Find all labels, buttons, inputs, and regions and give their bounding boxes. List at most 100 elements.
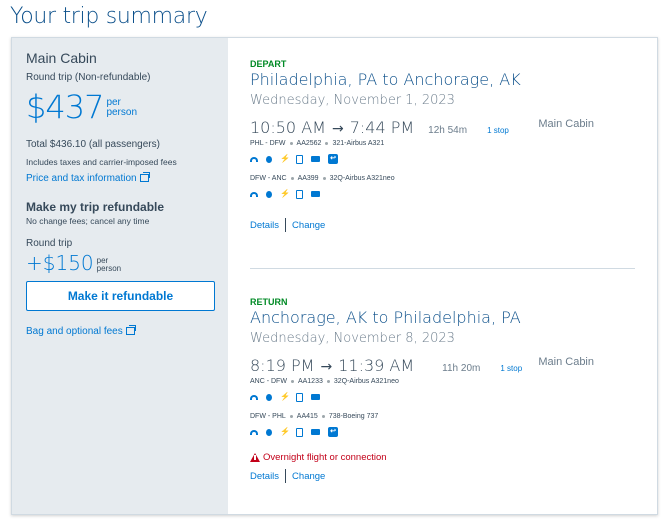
segment-route: ANC - DFW [250, 378, 287, 385]
segment-flight: AA1233 [297, 378, 323, 385]
return-change-link[interactable]: Change [292, 471, 325, 482]
make-refundable-button[interactable]: Make it refundable [26, 281, 215, 311]
entertainment-icon [266, 428, 272, 436]
depart-times: 10:50 AM → 7:44 PM 12h 54m 1 stop Main C… [250, 118, 635, 137]
external-link-icon [125, 325, 136, 335]
power-outlet-icon: ⚡ [280, 427, 290, 436]
total-price: Total $436.10 (all passengers) [26, 139, 160, 150]
bag-fees-link[interactable]: Bag and optional fees [26, 321, 214, 339]
price-per-person: $437 per person [26, 90, 214, 124]
depart-duration: 12h 54m [428, 125, 468, 136]
flight-details: DEPART Philadelphia, PA to Anchorage, AK… [228, 38, 657, 514]
tv-icon [311, 156, 320, 162]
phone-icon [296, 392, 303, 402]
trip-type: Round trip (Non-refundable) [26, 72, 151, 83]
segment-flight: AA415 [296, 413, 318, 420]
arrow-right-icon: → [331, 121, 344, 137]
power-outlet-icon: ⚡ [280, 154, 290, 163]
bag-fees-label[interactable]: Bag and optional fees [26, 326, 123, 337]
depart-segment-2: DFW - ANC AA399 32Q-Airbus A321neo [250, 175, 635, 182]
segment-flight: AA399 [297, 175, 319, 182]
return-segment-2: DFW - PHL AA415 738-Boeing 737 [250, 413, 635, 420]
per-person-label: per person [106, 98, 137, 118]
phone-icon [296, 189, 303, 199]
person-label: person [106, 107, 138, 118]
segment-route: PHL - DFW [250, 140, 286, 147]
return-segment-1: ANC - DFW AA1233 32Q-Airbus A321neo [250, 378, 635, 385]
depart-date: Wednesday, November 1, 2023 [250, 93, 455, 108]
entertainment-icon [266, 393, 272, 401]
warning-icon [250, 453, 260, 462]
depart-stops-link[interactable]: 1 stop [487, 126, 509, 135]
return-cabin: Main Cabin [538, 356, 594, 368]
depart-dep-time: 10:50 AM [250, 118, 326, 137]
segment-route: DFW - PHL [250, 413, 286, 420]
segment-aircraft: 738-Boeing 737 [328, 413, 379, 420]
segment-aircraft: 321-Airbus A321 [332, 140, 385, 147]
depart-seg1-amenities: ⚡ ↩ [250, 153, 635, 165]
return-label: RETURN [250, 297, 288, 307]
return-arr-time: 11:39 AM [338, 356, 415, 375]
depart-details-link[interactable]: Details [250, 220, 279, 231]
depart-seg2-amenities: ⚡ [250, 188, 635, 200]
depart-segment-1: PHL - DFW AA2562 321-Airbus A321 [250, 140, 635, 147]
depart-cabin: Main Cabin [538, 118, 594, 130]
tv-icon [311, 429, 320, 435]
external-link-icon [139, 172, 150, 182]
refund-price: +$150 per person [26, 252, 214, 274]
tv-icon [311, 394, 320, 400]
wifi-icon [250, 429, 258, 435]
depart-actions: Details Change [250, 218, 635, 232]
return-details-link[interactable]: Details [250, 471, 279, 482]
return-leg: RETURN Anchorage, AK to Philadelphia, PA… [250, 297, 635, 483]
refund-person-label: person [96, 264, 122, 273]
return-times: 8:19 PM → 11:39 AM 11h 20m 1 stop Main C… [250, 356, 635, 375]
cabin-title: Main Cabin [26, 50, 97, 66]
return-seg2-amenities: ⚡ ↩ [250, 426, 635, 438]
segment-route: DFW - ANC [250, 175, 287, 182]
wifi-icon [250, 191, 258, 197]
phone-icon [296, 154, 303, 164]
overnight-warning: Overnight flight or connection [250, 452, 635, 463]
return-seg1-amenities: ⚡ [250, 391, 635, 403]
return-duration: 11h 20m [442, 363, 481, 374]
segment-flight: AA2562 [296, 140, 322, 147]
return-route: Anchorage, AK to Philadelphia, PA [250, 308, 521, 327]
return-actions: Details Change [250, 469, 635, 483]
segment-aircraft: 32Q-Airbus A321neo [333, 378, 399, 385]
refund-per-person: per person [97, 257, 121, 273]
page-title: Your trip summary [10, 4, 208, 29]
leg-divider [250, 268, 635, 269]
price-tax-link-label[interactable]: Price and tax information [26, 173, 137, 184]
arrow-right-icon: → [320, 359, 333, 375]
power-outlet-icon: ⚡ [280, 189, 290, 198]
refund-heading: Make my trip refundable [26, 200, 165, 214]
price-tax-link[interactable]: Price and tax information [26, 168, 214, 186]
segment-aircraft: 32Q-Airbus A321neo [329, 175, 395, 182]
refund-price-amount: +$150 [26, 251, 94, 275]
refund-subtitle: No change fees; cancel any time [26, 216, 150, 226]
depart-change-link[interactable]: Change [292, 220, 325, 231]
round-trip-label: Round trip [26, 238, 73, 249]
phone-icon [296, 427, 303, 437]
app-icon: ↩ [328, 154, 338, 164]
depart-label: DEPART [250, 59, 287, 69]
price-amount: $437 [26, 88, 104, 126]
return-dep-time: 8:19 PM [250, 356, 315, 375]
depart-arr-time: 7:44 PM [349, 118, 415, 137]
return-stops-link[interactable]: 1 stop [500, 364, 522, 373]
depart-route: Philadelphia, PA to Anchorage, AK [250, 70, 521, 89]
overnight-warning-text: Overnight flight or connection [263, 452, 387, 463]
entertainment-icon [266, 155, 272, 163]
depart-leg: DEPART Philadelphia, PA to Anchorage, AK… [250, 59, 635, 232]
taxes-note: Includes taxes and carrier-imposed fees [26, 157, 177, 167]
wifi-icon [250, 394, 258, 400]
wifi-icon [250, 156, 258, 162]
tv-icon [311, 191, 320, 197]
return-date: Wednesday, November 8, 2023 [250, 331, 455, 346]
trip-summary-card: Main Cabin Round trip (Non-refundable) $… [11, 37, 658, 515]
power-outlet-icon: ⚡ [280, 392, 290, 401]
app-icon: ↩ [328, 427, 338, 437]
price-sidebar: Main Cabin Round trip (Non-refundable) $… [12, 38, 228, 514]
entertainment-icon [266, 190, 272, 198]
